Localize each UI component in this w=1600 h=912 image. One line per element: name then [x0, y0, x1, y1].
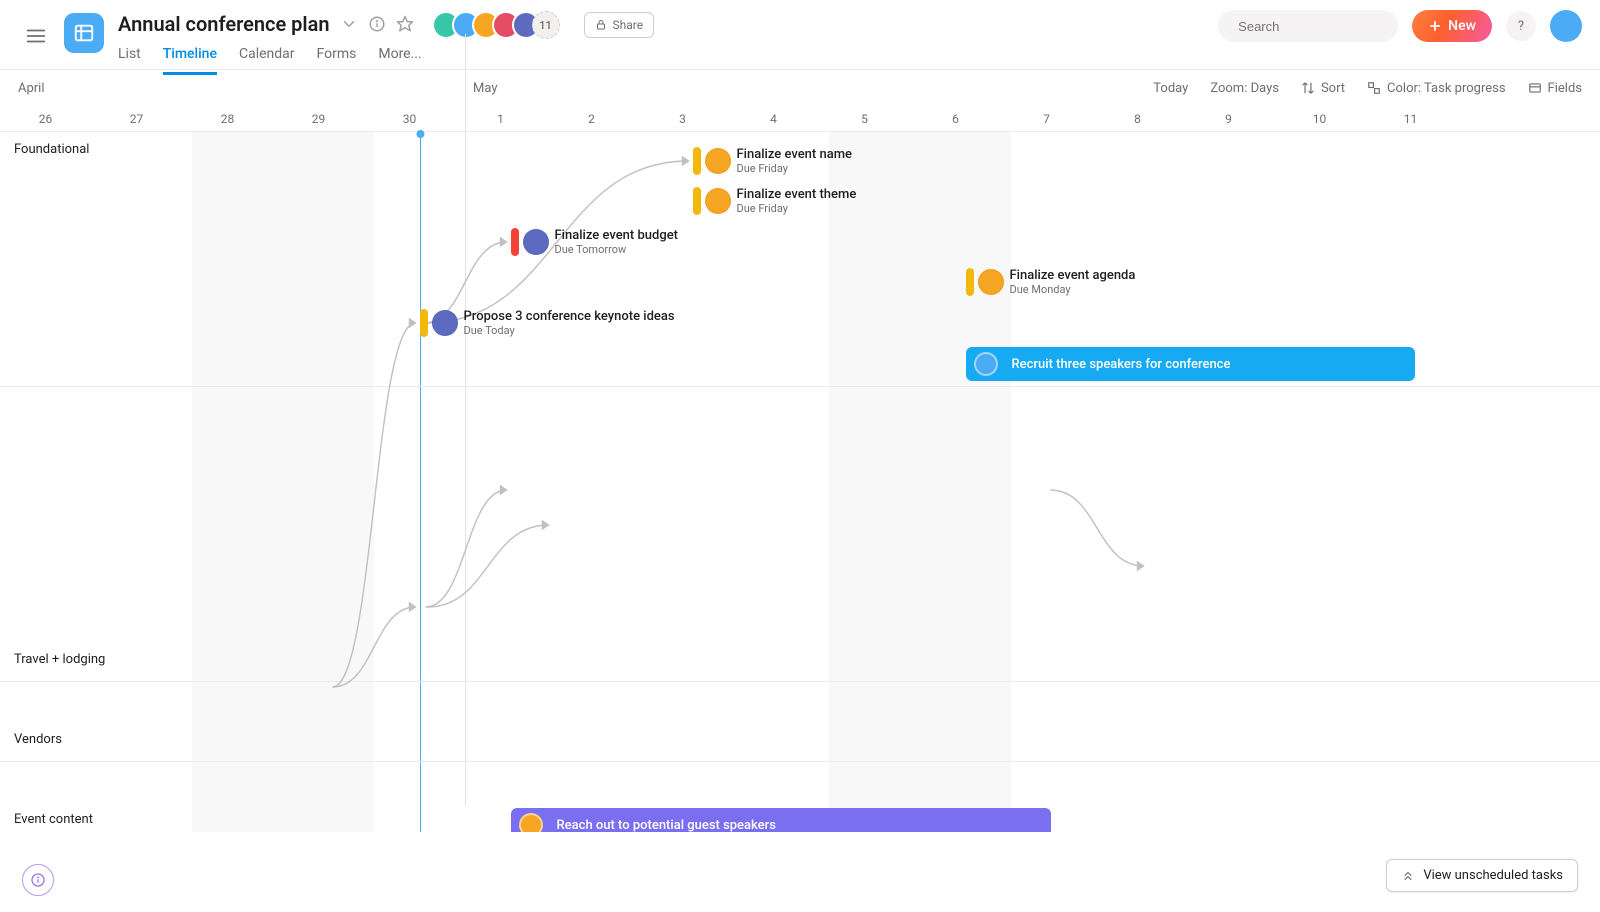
info-bubble[interactable] [22, 864, 54, 896]
task-due: Due Friday [737, 162, 853, 175]
section-row: Event content Reach out to potential gues… [0, 802, 1600, 832]
assignee-avatar [523, 229, 549, 255]
assignee-avatar [705, 188, 731, 214]
view-unscheduled-button[interactable]: View unscheduled tasks [1386, 859, 1578, 892]
task-bar[interactable]: Reach out to potential guest speakers [511, 808, 1051, 832]
timeline-toolbar: April May Today Zoom: Days Sort Color: T… [0, 70, 1600, 106]
task-title: Finalize event agenda [1010, 268, 1136, 284]
day-header-cell: 28 [182, 106, 273, 131]
day-header-cell: 8 [1092, 106, 1183, 131]
task-due: Due Today [464, 324, 675, 337]
assignee-avatar [978, 269, 1004, 295]
profile-avatar[interactable] [1550, 10, 1582, 42]
timeline-body: FoundationalFinalize event nameDue Frida… [0, 132, 1600, 832]
section-label[interactable]: Vendors [14, 732, 62, 747]
task-title: Finalize event theme [737, 187, 857, 203]
task-title: Finalize event name [737, 147, 853, 163]
task-due: Due Tomorrow [555, 243, 679, 256]
month-label-left: April [18, 81, 45, 96]
assignee-avatar [519, 813, 543, 832]
task-bar[interactable]: Recruit three speakers for conference [966, 347, 1415, 381]
task-due: Due Monday [1010, 283, 1136, 296]
day-header-cell: 5 [819, 106, 910, 131]
task-pill [693, 187, 701, 215]
task-chip[interactable]: Finalize event agendaDue Monday [966, 266, 1136, 298]
avatar-overflow: 11 [532, 11, 560, 39]
sort-button[interactable]: Sort [1301, 81, 1345, 96]
day-header-cell: 9 [1183, 106, 1274, 131]
task-pill [693, 147, 701, 175]
assignee-avatar [432, 310, 458, 336]
day-header-cell: 11 [1365, 106, 1456, 131]
search-field[interactable] [1238, 19, 1414, 34]
task-title: Finalize event budget [555, 228, 679, 244]
share-button[interactable]: Share [584, 12, 655, 38]
task-due: Due Friday [737, 202, 857, 215]
day-header-cell: 6 [910, 106, 1001, 131]
star-icon[interactable] [396, 15, 414, 33]
task-title: Reach out to potential guest speakers [557, 818, 776, 833]
project-icon [64, 13, 104, 53]
day-header-cell: 3 [637, 106, 728, 131]
task-pill [511, 228, 519, 256]
info-icon[interactable] [368, 15, 386, 33]
unscheduled-label: View unscheduled tasks [1423, 868, 1563, 883]
month-label-right: May [473, 81, 497, 96]
menu-button[interactable] [18, 18, 54, 54]
task-title: Recruit three speakers for conference [1012, 357, 1231, 372]
task-pill [966, 268, 974, 296]
assignee-avatar [705, 148, 731, 174]
section-label[interactable]: Travel + lodging [14, 652, 105, 667]
day-header-cell: 29 [273, 106, 364, 131]
task-title: Propose 3 conference keynote ideas [464, 309, 675, 325]
day-header-cell: 27 [91, 106, 182, 131]
new-button[interactable]: New [1412, 10, 1492, 42]
task-chip[interactable]: Finalize event budgetDue Tomorrow [511, 226, 679, 258]
section-label[interactable]: Event content [14, 812, 93, 827]
day-header-cell: 30 [364, 106, 455, 131]
task-chip[interactable]: Propose 3 conference keynote ideasDue To… [420, 307, 675, 339]
new-label: New [1448, 18, 1476, 34]
section-row: Vendors [0, 722, 1600, 762]
day-header-cell: 10 [1274, 106, 1365, 131]
section-row: FoundationalFinalize event nameDue Frida… [0, 132, 1600, 387]
section-label[interactable]: Foundational [14, 142, 89, 157]
assignee-avatar [974, 352, 998, 376]
chevron-down-icon[interactable] [340, 15, 358, 33]
day-header-cell: 26 [0, 106, 91, 131]
day-header-cell: 2 [546, 106, 637, 131]
fields-button[interactable]: Fields [1528, 81, 1582, 96]
today-button[interactable]: Today [1153, 81, 1188, 96]
help-button[interactable]: ? [1506, 11, 1536, 41]
timeline[interactable]: 26272829301234567891011 Foundational Fina… [0, 106, 1600, 832]
zoom-control[interactable]: Zoom: Days [1210, 81, 1279, 96]
day-header-cell: 7 [1001, 106, 1092, 131]
section-row: Travel + lodging [0, 642, 1600, 682]
color-button[interactable]: Color: Task progress [1367, 81, 1506, 96]
top-bar: Annual conference plan 11 Share ListTime… [0, 0, 1600, 70]
task-chip[interactable]: Finalize event nameDue Friday [693, 145, 853, 177]
day-header-cell: 4 [728, 106, 819, 131]
share-label: Share [613, 18, 644, 32]
day-header-cell: 1 [455, 106, 546, 131]
day-header: 26272829301234567891011 [0, 106, 1600, 132]
member-avatars[interactable]: 11 [440, 11, 560, 39]
task-pill [420, 309, 428, 337]
search-input[interactable] [1218, 10, 1398, 42]
task-chip[interactable]: Finalize event themeDue Friday [693, 185, 857, 217]
project-title[interactable]: Annual conference plan [118, 12, 330, 36]
